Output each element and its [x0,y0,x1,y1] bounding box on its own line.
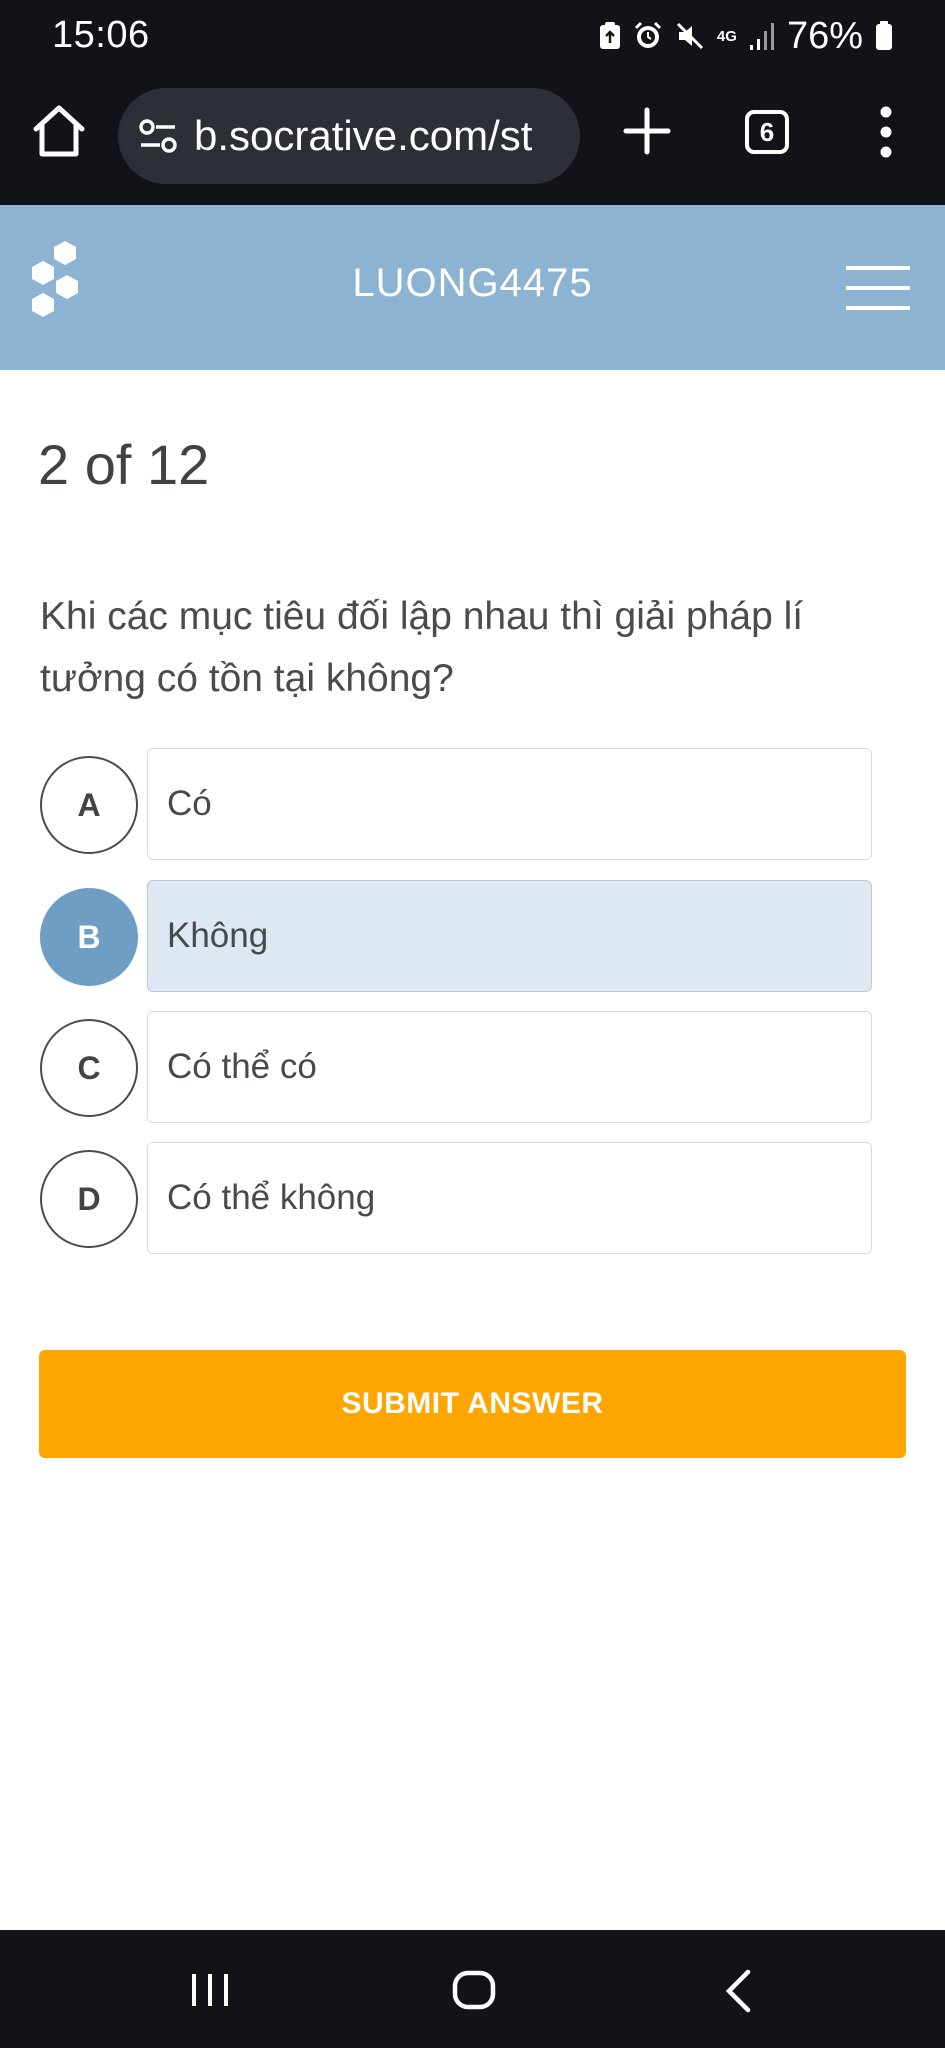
mute-icon [676,22,703,50]
status-icons: 4G 76% [599,14,893,58]
answer-option-d[interactable]: D Có thể không [40,1142,872,1254]
status-bar: 15:06 4G 76% [0,0,945,72]
url-text: b.socrative.com/st [194,112,533,159]
signal-icon [749,23,774,50]
clipboard-icon [599,22,620,49]
app-header: LUONG4475 [0,205,945,370]
more-vert-icon[interactable] [872,102,900,162]
answer-text[interactable]: Có [147,748,872,860]
screen: 15:06 4G 76% b.socrative.com/st 6 LUONG4… [0,0,945,2048]
browser-toolbar: b.socrative.com/st 6 [0,72,945,205]
alarm-icon [634,21,661,48]
tab-switcher-button[interactable]: 6 [745,110,789,154]
system-nav-bar [0,1930,945,2048]
answer-option-b[interactable]: B Không [40,880,872,992]
back-icon[interactable] [722,1968,754,2014]
answer-text[interactable]: Có thể có [147,1011,872,1123]
answer-option-a[interactable]: A Có [40,748,872,860]
answer-letter[interactable]: D [40,1150,138,1248]
hamburger-menu-icon[interactable] [846,263,910,313]
answer-text[interactable]: Có thể không [147,1142,872,1254]
home-nav-icon[interactable] [452,1970,496,2010]
submit-answer-button[interactable]: SUBMIT ANSWER [39,1350,906,1458]
answer-text[interactable]: Không [147,880,872,992]
network-type: 4G [716,27,737,45]
address-bar[interactable]: b.socrative.com/st [118,88,580,184]
answer-letter[interactable]: C [40,1019,138,1117]
question-progress: 2 of 12 [38,433,210,496]
status-time: 15:06 [52,14,150,56]
room-name: LUONG4475 [352,261,593,305]
site-settings-icon[interactable] [138,116,178,156]
home-icon[interactable] [30,102,88,160]
answer-letter[interactable]: B [40,888,138,986]
answer-letter[interactable]: A [40,756,138,854]
battery-icon [876,21,892,50]
recents-icon[interactable] [190,1970,230,2010]
question-text: Khi các mục tiêu đối lập nhau thì giải p… [40,595,804,700]
battery-percent: 76% [786,14,863,57]
answer-option-c[interactable]: C Có thể có [40,1011,872,1123]
new-tab-icon[interactable] [620,104,674,158]
